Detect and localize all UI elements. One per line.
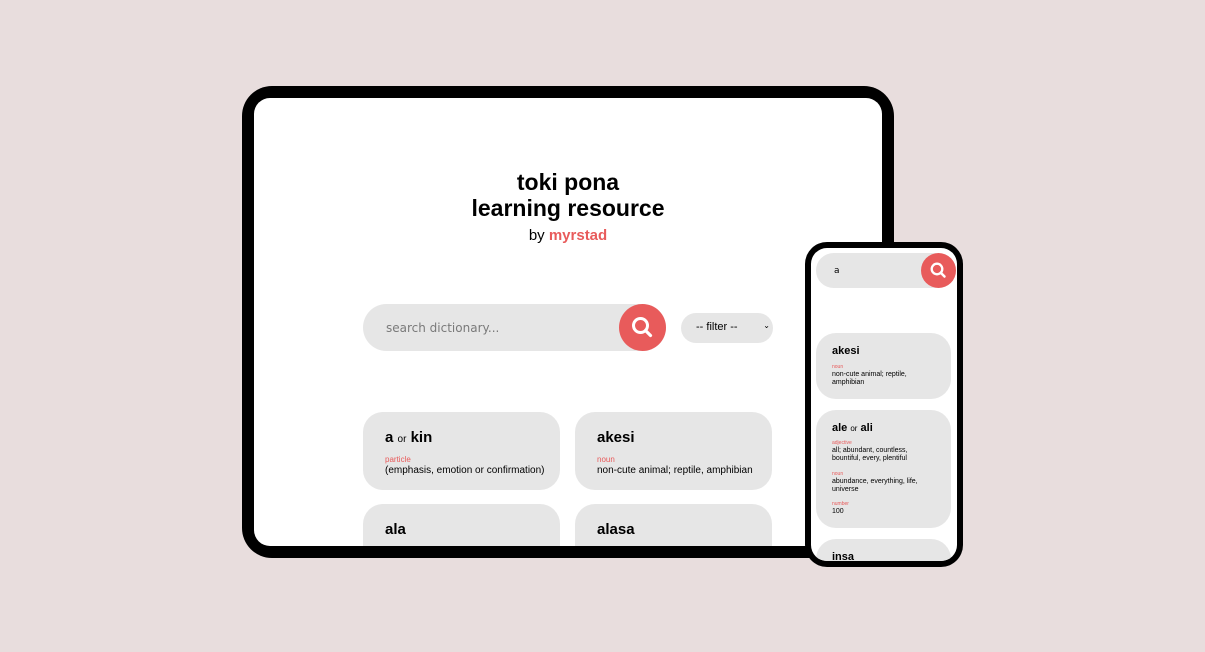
- word-card[interactable]: akesi noun non-cute animal; reptile, amp…: [816, 333, 951, 399]
- search-input[interactable]: [363, 304, 613, 351]
- card-word: a or kin: [385, 429, 432, 446]
- tablet-device: toki pona learning resource by myrstad -…: [242, 86, 894, 558]
- page-title: toki pona learning resource: [254, 169, 882, 221]
- filter-select[interactable]: -- filter -- ⌄: [681, 313, 773, 343]
- byline: by myrstad: [254, 227, 882, 244]
- word-alt: ali: [860, 422, 873, 434]
- card-definition: non-cute animal; reptile, amphibian: [832, 371, 907, 386]
- phone-search-input[interactable]: [816, 253, 911, 288]
- card-word: insa: [832, 551, 855, 561]
- search-icon: [632, 317, 653, 338]
- word-card[interactable]: insa: [816, 539, 951, 561]
- word-or: or: [397, 434, 407, 445]
- card-definition: 100: [832, 508, 844, 515]
- card-definition: all; abundant, countless, bountiful, eve…: [832, 447, 908, 462]
- tablet-screen: toki pona learning resource by myrstad -…: [254, 98, 882, 546]
- phone-search-button[interactable]: [921, 253, 956, 288]
- word-card[interactable]: ala: [363, 504, 560, 546]
- word-alt: kin: [410, 429, 433, 446]
- card-definition: abundance, everything, life, universe: [832, 478, 918, 493]
- title-line-2: learning resource: [471, 195, 665, 221]
- phone-search-bar: [816, 253, 956, 288]
- card-word: akesi: [832, 345, 860, 357]
- search-button[interactable]: [619, 304, 666, 351]
- card-pos: adjective: [832, 440, 852, 446]
- word-or: or: [850, 424, 858, 433]
- card-word: akesi: [597, 429, 635, 446]
- search-bar: [363, 304, 666, 351]
- card-pos: particle: [385, 455, 411, 464]
- word-card[interactable]: alasa: [575, 504, 772, 546]
- author-link[interactable]: myrstad: [549, 227, 607, 244]
- filter-selected-value: -- filter --: [696, 321, 738, 333]
- title-line-1: toki pona: [516, 169, 620, 195]
- word-card[interactable]: ale or ali adjective all; abundant, coun…: [816, 410, 951, 528]
- word-primary: a: [385, 429, 394, 446]
- card-pos: number: [832, 501, 849, 507]
- word-primary: ale: [832, 422, 848, 434]
- word-card[interactable]: a or kin particle (emphasis, emotion or …: [363, 412, 560, 490]
- card-definition: (emphasis, emotion or confirmation): [385, 465, 545, 476]
- card-pos: noun: [597, 455, 615, 464]
- phone-device: akesi noun non-cute animal; reptile, amp…: [805, 242, 963, 567]
- search-icon: [930, 262, 946, 278]
- card-word: ala: [385, 521, 406, 538]
- card-definition: non-cute animal; reptile, amphibian: [597, 465, 753, 476]
- chevron-down-icon: ⌄: [763, 321, 770, 330]
- byline-prefix: by: [528, 227, 549, 244]
- card-word: alasa: [597, 521, 635, 538]
- word-card[interactable]: akesi noun non-cute animal; reptile, amp…: [575, 412, 772, 490]
- phone-screen: akesi noun non-cute animal; reptile, amp…: [811, 248, 957, 561]
- card-pos: noun: [832, 364, 844, 370]
- card-pos: noun: [832, 471, 844, 477]
- card-word: ale or ali: [832, 422, 873, 434]
